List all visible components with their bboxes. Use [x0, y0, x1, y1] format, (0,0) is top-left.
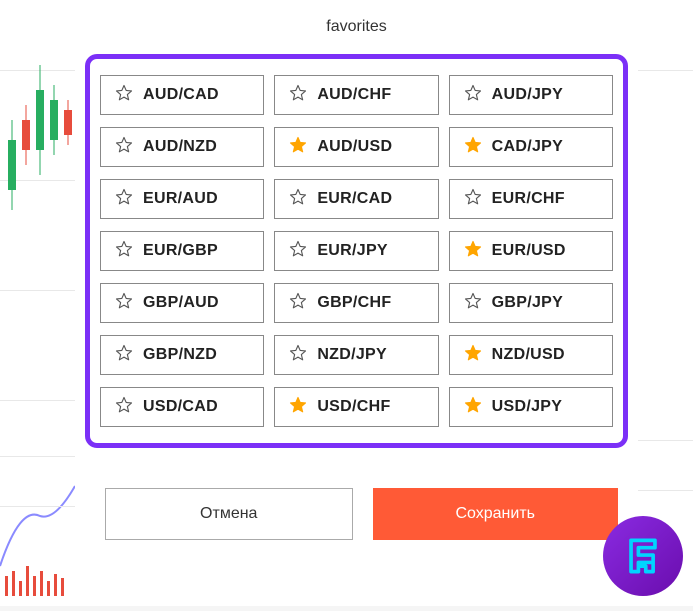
pair-label: AUD/CAD	[143, 86, 219, 104]
star-outline-icon[interactable]	[115, 188, 133, 211]
pair-button[interactable]: NZD/JPY	[274, 335, 438, 375]
pair-button[interactable]: GBP/NZD	[100, 335, 264, 375]
pair-button[interactable]: AUD/CHF	[274, 75, 438, 115]
pair-button[interactable]: CAD/JPY	[449, 127, 613, 167]
pair-label: EUR/USD	[492, 242, 566, 260]
pair-button[interactable]: AUD/CAD	[100, 75, 264, 115]
star-outline-icon[interactable]	[464, 188, 482, 211]
pair-label: NZD/USD	[492, 346, 565, 364]
pair-button[interactable]: AUD/NZD	[100, 127, 264, 167]
star-filled-icon[interactable]	[289, 396, 307, 419]
pair-label: AUD/NZD	[143, 138, 217, 156]
star-outline-icon[interactable]	[289, 344, 307, 367]
favorites-modal: favorites AUD/CAD AUD/CHF AUD/JPY AUD/NZ…	[75, 0, 638, 606]
star-outline-icon[interactable]	[464, 292, 482, 315]
pair-label: GBP/NZD	[143, 346, 217, 364]
favorites-grid: AUD/CAD AUD/CHF AUD/JPY AUD/NZD AUD/USD …	[85, 54, 628, 448]
star-filled-icon[interactable]	[289, 136, 307, 159]
pair-button[interactable]: EUR/CAD	[274, 179, 438, 219]
pair-label: CAD/JPY	[492, 138, 563, 156]
pair-label: GBP/AUD	[143, 294, 219, 312]
star-outline-icon[interactable]	[289, 188, 307, 211]
pair-label: EUR/JPY	[317, 242, 388, 260]
modal-buttons: Отмена Сохранить	[85, 488, 628, 540]
star-outline-icon[interactable]	[289, 84, 307, 107]
brand-logo-icon	[620, 533, 666, 579]
star-outline-icon[interactable]	[289, 292, 307, 315]
cancel-button[interactable]: Отмена	[105, 488, 353, 540]
star-outline-icon[interactable]	[115, 344, 133, 367]
star-outline-icon[interactable]	[115, 136, 133, 159]
pair-button[interactable]: GBP/CHF	[274, 283, 438, 323]
star-filled-icon[interactable]	[464, 136, 482, 159]
background-indicator-chart	[0, 436, 75, 606]
pair-label: GBP/CHF	[317, 294, 391, 312]
pair-button[interactable]: AUD/USD	[274, 127, 438, 167]
pair-label: GBP/JPY	[492, 294, 563, 312]
star-filled-icon[interactable]	[464, 240, 482, 263]
modal-title: favorites	[85, 18, 628, 36]
pair-label: AUD/USD	[317, 138, 392, 156]
brand-badge[interactable]	[603, 516, 683, 596]
star-outline-icon[interactable]	[115, 240, 133, 263]
pair-button[interactable]: AUD/JPY	[449, 75, 613, 115]
pair-label: USD/CAD	[143, 398, 218, 416]
star-outline-icon[interactable]	[115, 396, 133, 419]
pair-button[interactable]: EUR/AUD	[100, 179, 264, 219]
star-outline-icon[interactable]	[289, 240, 307, 263]
pair-label: USD/JPY	[492, 398, 563, 416]
star-outline-icon[interactable]	[115, 292, 133, 315]
pair-button[interactable]: GBP/AUD	[100, 283, 264, 323]
pair-button[interactable]: USD/CAD	[100, 387, 264, 427]
save-button[interactable]: Сохранить	[373, 488, 619, 540]
pair-button[interactable]: USD/JPY	[449, 387, 613, 427]
star-outline-icon[interactable]	[464, 84, 482, 107]
pair-label: EUR/CAD	[317, 190, 392, 208]
star-outline-icon[interactable]	[115, 84, 133, 107]
pair-button[interactable]: EUR/JPY	[274, 231, 438, 271]
star-filled-icon[interactable]	[464, 344, 482, 367]
star-filled-icon[interactable]	[464, 396, 482, 419]
pair-button[interactable]: NZD/USD	[449, 335, 613, 375]
pair-button[interactable]: EUR/USD	[449, 231, 613, 271]
pair-label: USD/CHF	[317, 398, 390, 416]
background-chart-right	[638, 0, 693, 606]
pair-label: EUR/AUD	[143, 190, 218, 208]
pair-label: EUR/GBP	[143, 242, 218, 260]
pair-button[interactable]: USD/CHF	[274, 387, 438, 427]
pair-label: EUR/CHF	[492, 190, 565, 208]
pair-button[interactable]: EUR/CHF	[449, 179, 613, 219]
pair-label: NZD/JPY	[317, 346, 387, 364]
pair-label: AUD/CHF	[317, 86, 391, 104]
pair-button[interactable]: EUR/GBP	[100, 231, 264, 271]
pair-label: AUD/JPY	[492, 86, 563, 104]
pair-button[interactable]: GBP/JPY	[449, 283, 613, 323]
